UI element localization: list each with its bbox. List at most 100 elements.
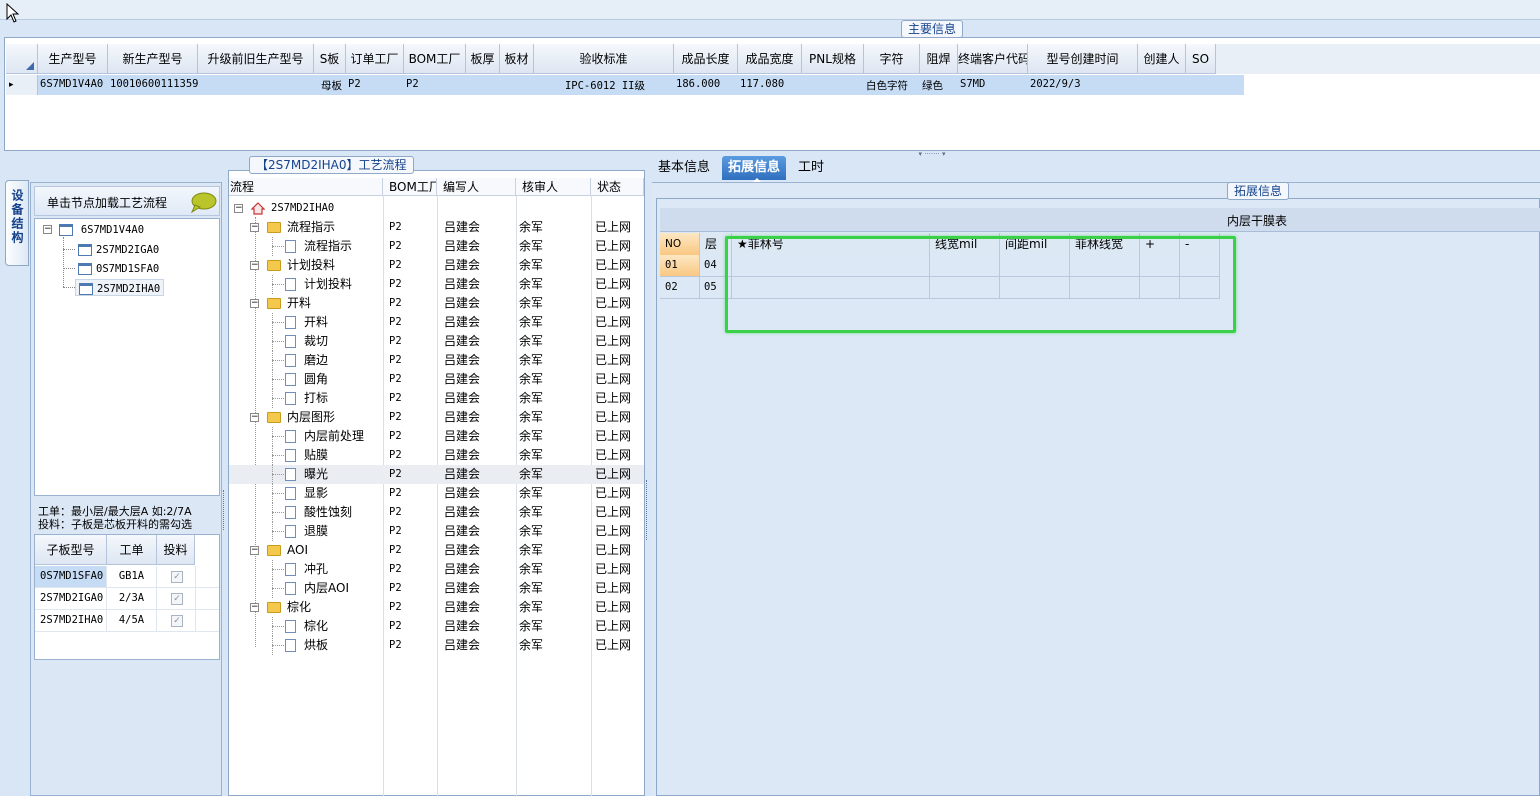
flow-row[interactable]: 圆角 P2 吕建会 余军 已上网 <box>229 370 644 389</box>
column-header[interactable]: 阻焊 <box>920 44 958 74</box>
column-header[interactable]: 编写人 <box>437 178 516 196</box>
bom-factory: P2 <box>389 430 402 442</box>
flow-root-row[interactable]: − 2S7MD2IHA0 <box>229 199 644 218</box>
column-header[interactable]: 板材 <box>500 44 534 74</box>
bom-factory: P2 <box>389 392 402 404</box>
flow-root-label: 2S7MD2IHA0 <box>271 202 335 214</box>
flow-step-name: 烘板 <box>304 638 329 652</box>
table-cell: IPC-6012 II级 <box>564 80 646 92</box>
bom-factory: P2 <box>389 259 402 271</box>
flow-row[interactable]: 显影 P2 吕建会 余军 已上网 <box>229 484 644 503</box>
tab-2[interactable]: 工时 <box>792 156 830 180</box>
table-row[interactable]: 2S7MD2IHA0 4/5A ✓ <box>35 610 219 632</box>
table-row[interactable]: 2S7MD2IGA0 2/3A ✓ <box>35 588 219 610</box>
tree-expander-icon[interactable]: − <box>250 603 259 612</box>
flow-row[interactable]: 曝光 P2 吕建会 余军 已上网 <box>229 465 644 484</box>
tree-expander-icon[interactable]: − <box>43 225 52 234</box>
folder-icon <box>267 298 281 309</box>
tree-expander-icon[interactable]: − <box>234 204 243 213</box>
table-corner <box>6 44 38 74</box>
column-header[interactable]: S板 <box>314 44 346 74</box>
writer: 吕建会 <box>444 239 481 253</box>
equipment-structure-tab[interactable]: 设备结构 <box>5 180 29 266</box>
tree-line <box>63 249 75 250</box>
tree-node[interactable]: 2S7MD2IHA0 <box>75 279 165 296</box>
bom-factory: P2 <box>389 240 402 252</box>
flow-row[interactable]: − 流程指示 P2 吕建会 余军 已上网 <box>229 218 644 237</box>
column-header[interactable]: 成品长度 <box>674 44 738 74</box>
column-header[interactable]: BOM工厂 <box>383 178 437 196</box>
flow-row[interactable]: − AOI P2 吕建会 余军 已上网 <box>229 541 644 560</box>
writer: 吕建会 <box>444 315 481 329</box>
column-header[interactable]: 创建人 <box>1138 44 1186 74</box>
flow-row[interactable]: 打标 P2 吕建会 余军 已上网 <box>229 389 644 408</box>
bom-factory: P2 <box>389 639 402 651</box>
vertical-splitter[interactable] <box>223 490 227 530</box>
table-cell: 母板 <box>321 80 342 92</box>
tree-node[interactable]: 2S7MD2IGA0 <box>75 241 162 258</box>
flow-row[interactable]: 退膜 P2 吕建会 余军 已上网 <box>229 522 644 541</box>
document-icon <box>285 240 296 253</box>
column-header[interactable]: 状态 <box>591 178 644 196</box>
column-header[interactable]: 型号创建时间 <box>1028 44 1138 74</box>
flow-row[interactable]: − 内层图形 P2 吕建会 余军 已上网 <box>229 408 644 427</box>
writer: 吕建会 <box>444 296 481 310</box>
tree-expander-icon[interactable]: − <box>250 299 259 308</box>
material-checkbox[interactable]: ✓ <box>171 593 183 605</box>
flow-row[interactable]: 内层前处理 P2 吕建会 余军 已上网 <box>229 427 644 446</box>
table-row[interactable]: ▸ 6S7MD1V4A0 10010600111359 母板 P2 P2 IPC-6012 … <box>6 75 1244 95</box>
flow-row[interactable]: − 计划投料 P2 吕建会 余军 已上网 <box>229 256 644 275</box>
column-header[interactable]: 验收标准 <box>534 44 674 74</box>
column-header[interactable]: PNL规格 <box>802 44 864 74</box>
flow-row[interactable]: − 开料 P2 吕建会 余军 已上网 <box>229 294 644 313</box>
column-header[interactable]: SO <box>1186 44 1216 74</box>
column-header[interactable]: 字符 <box>864 44 920 74</box>
table-cell: S7MD <box>960 78 986 90</box>
tree-expander-icon[interactable]: − <box>250 223 259 232</box>
flow-row[interactable]: 磨边 P2 吕建会 余军 已上网 <box>229 351 644 370</box>
column-header[interactable]: 核审人 <box>516 178 591 196</box>
column-header[interactable]: 订单工厂 <box>346 44 404 74</box>
column-header[interactable]: 终端客户代码 <box>958 44 1028 74</box>
column-header[interactable]: 新生产型号 <box>108 44 198 74</box>
column-header[interactable]: 流程 <box>229 178 383 196</box>
document-icon <box>285 582 296 595</box>
tree-expander-icon[interactable]: − <box>250 413 259 422</box>
flow-row[interactable]: 流程指示 P2 吕建会 余军 已上网 <box>229 237 644 256</box>
column-header[interactable]: 板厚 <box>466 44 500 74</box>
tree-node[interactable]: 0S7MD1SFA0 <box>75 260 162 277</box>
tree-expander-icon[interactable]: − <box>250 546 259 555</box>
column-header[interactable]: 成品宽度 <box>738 44 802 74</box>
mouse-cursor-icon <box>6 3 20 23</box>
status: 已上网 <box>595 448 632 462</box>
flow-row[interactable]: 酸性蚀刻 P2 吕建会 余军 已上网 <box>229 503 644 522</box>
flow-row[interactable]: 冲孔 P2 吕建会 余军 已上网 <box>229 560 644 579</box>
tree-expander-icon[interactable]: − <box>250 261 259 270</box>
column-header[interactable]: 子板型号 <box>35 535 107 565</box>
flow-row[interactable]: 计划投料 P2 吕建会 余军 已上网 <box>229 275 644 294</box>
column-header[interactable]: 投料 <box>157 535 195 565</box>
tree-root[interactable]: 6S7MD1V4A0 <box>59 222 144 238</box>
flow-row[interactable]: 开料 P2 吕建会 余军 已上网 <box>229 313 644 332</box>
flow-step-name: 打标 <box>304 391 329 405</box>
tab-1[interactable]: 拓展信息 <box>722 156 787 180</box>
column-header[interactable]: 生产型号 <box>38 44 108 74</box>
material-checkbox[interactable]: ✓ <box>171 571 183 583</box>
flow-row[interactable]: 贴膜 P2 吕建会 余军 已上网 <box>229 446 644 465</box>
bom-factory: P2 <box>389 297 402 309</box>
reviewer: 余军 <box>519 638 544 652</box>
flow-row[interactable]: 裁切 P2 吕建会 余军 已上网 <box>229 332 644 351</box>
table-row[interactable]: 0S7MD1SFA0 GB1A ✓ <box>35 566 219 588</box>
tab-0[interactable]: 基本信息 <box>652 156 716 180</box>
right-splitter[interactable] <box>646 480 650 540</box>
flow-row[interactable]: 烘板 P2 吕建会 余军 已上网 <box>229 636 644 655</box>
status: 已上网 <box>595 429 632 443</box>
column-header[interactable]: 工单 <box>107 535 157 565</box>
flow-row[interactable]: 棕化 P2 吕建会 余军 已上网 <box>229 617 644 636</box>
material-checkbox[interactable]: ✓ <box>171 615 183 627</box>
column-header[interactable]: 升级前旧生产型号 <box>198 44 314 74</box>
column-header[interactable]: BOM工厂 <box>404 44 466 74</box>
flow-row[interactable]: − 棕化 P2 吕建会 余军 已上网 <box>229 598 644 617</box>
column-header[interactable]: NO <box>660 233 700 255</box>
flow-row[interactable]: 内层AOI P2 吕建会 余军 已上网 <box>229 579 644 598</box>
